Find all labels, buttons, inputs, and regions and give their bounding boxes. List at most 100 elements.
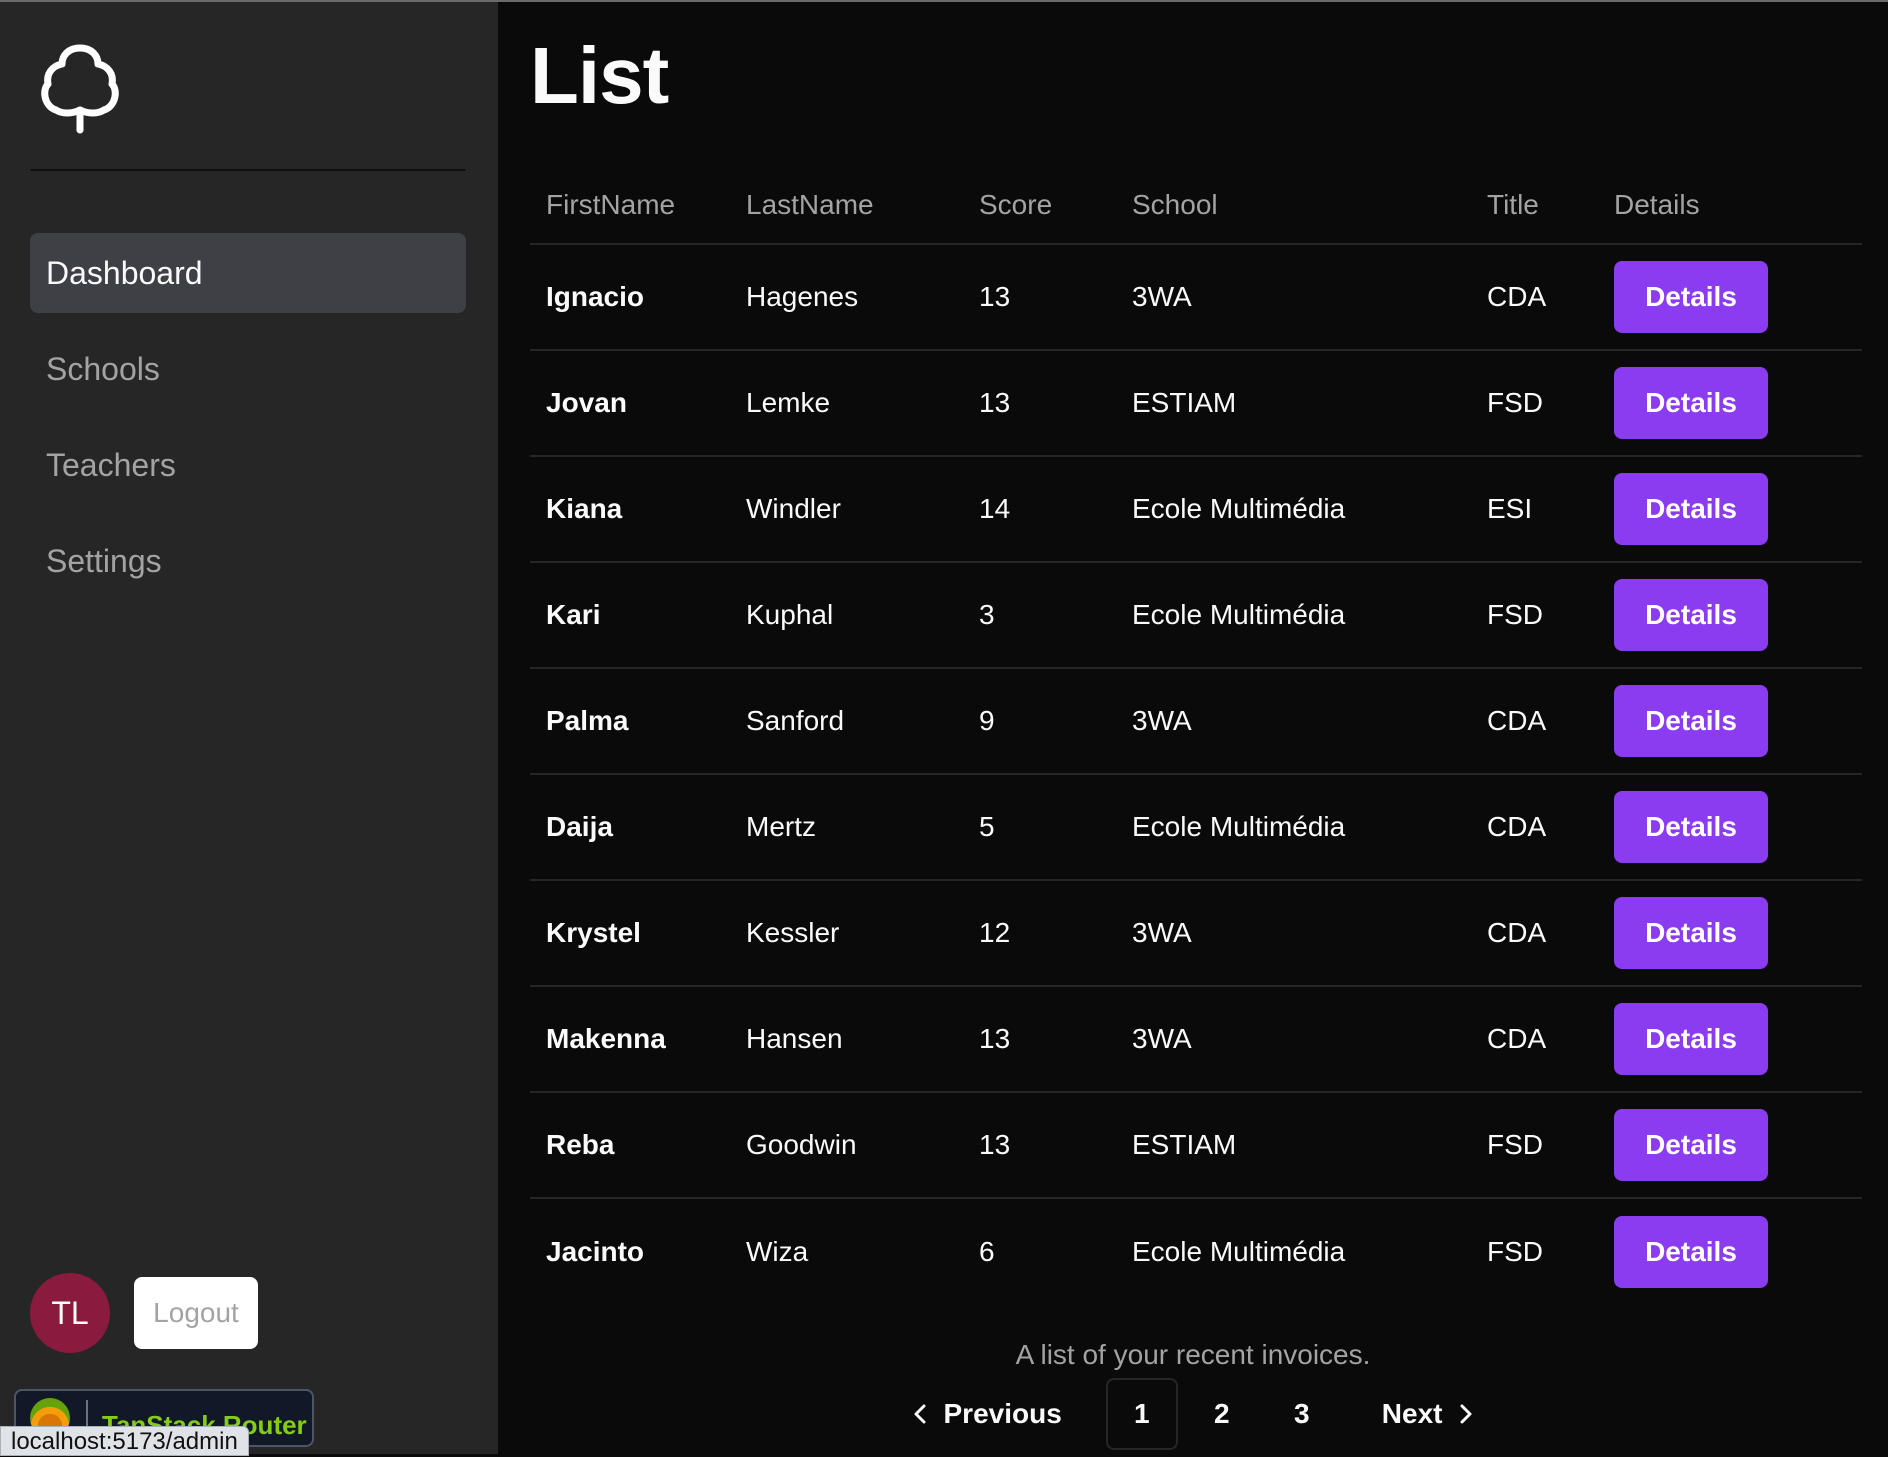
sidebar-divider bbox=[30, 169, 466, 171]
cell-title: FSD bbox=[1471, 1092, 1598, 1199]
cell-firstname: Makenna bbox=[530, 986, 730, 1093]
table-header-row: FirstName LastName Score School Title De… bbox=[530, 166, 1862, 245]
cell-score: 13 bbox=[963, 350, 1116, 457]
details-button[interactable]: Details bbox=[1614, 579, 1768, 651]
cell-score: 12 bbox=[963, 880, 1116, 987]
cell-details: Details bbox=[1598, 1092, 1862, 1199]
cell-lastname: Hansen bbox=[730, 986, 963, 1093]
cell-school: ESTIAM bbox=[1116, 1092, 1471, 1199]
sidebar: Dashboard Schools Teachers Settings TL L… bbox=[0, 2, 498, 1456]
cell-firstname: Palma bbox=[530, 668, 730, 775]
pagination-previous[interactable]: Previous bbox=[892, 1378, 1082, 1450]
details-button[interactable]: Details bbox=[1614, 367, 1768, 439]
cell-lastname: Kessler bbox=[730, 880, 963, 987]
cell-firstname: Ignacio bbox=[530, 244, 730, 351]
cell-school: Ecole Multimédia bbox=[1132, 1235, 1346, 1267]
cell-details: Details bbox=[1598, 880, 1862, 987]
cell-lastname: Wiza bbox=[746, 1235, 809, 1267]
nav-item-dashboard[interactable]: Dashboard bbox=[30, 233, 466, 313]
table-row: Makenna Hansen 13 3WA CDA Details bbox=[530, 986, 1862, 1093]
table-row: Krystel Kessler 12 3WA CDA Details bbox=[530, 880, 1862, 987]
cell-title: CDA bbox=[1471, 668, 1598, 775]
cell-lastname: Hagenes bbox=[730, 244, 963, 351]
cell-score: 3 bbox=[963, 562, 1116, 669]
cell-title: CDA bbox=[1471, 880, 1598, 987]
details-button[interactable]: Details bbox=[1614, 897, 1768, 969]
cell-school: Ecole Multimédia bbox=[1116, 456, 1471, 563]
details-button[interactable]: Details bbox=[1614, 1109, 1768, 1181]
cell-firstname: Jacinto bbox=[546, 1235, 645, 1267]
cell-title: CDA bbox=[1471, 774, 1598, 881]
cell-details: Details bbox=[1598, 774, 1862, 881]
cell-school: 3WA bbox=[1116, 880, 1471, 987]
chevron-left-icon bbox=[914, 1404, 925, 1424]
table-row: Jovan Lemke 13 ESTIAM FSD Details bbox=[530, 350, 1862, 457]
logout-button[interactable]: Logout bbox=[134, 1277, 258, 1349]
pagination-page-2[interactable]: 2 bbox=[1186, 1378, 1258, 1450]
status-bar-url: localhost:5173/admin bbox=[0, 1426, 249, 1456]
cell-lastname: Windler bbox=[730, 456, 963, 563]
details-button[interactable]: Details bbox=[1614, 791, 1768, 863]
cell-lastname: Goodwin bbox=[730, 1092, 963, 1199]
table-body: Ignacio Hagenes 13 3WA CDA Details Jovan Lemke 1… bbox=[530, 244, 1862, 1304]
cell-details: Details bbox=[1598, 244, 1862, 351]
cell-score: 9 bbox=[963, 668, 1116, 775]
cell-firstname: Kiana bbox=[530, 456, 730, 563]
details-button[interactable]: Details bbox=[1614, 261, 1768, 333]
cell-score: 14 bbox=[963, 456, 1116, 563]
cell-details: Details bbox=[1598, 350, 1862, 457]
pagination-previous-label: Previous bbox=[943, 1398, 1062, 1429]
pagination: Previous 1 2 3 Next bbox=[498, 1378, 1888, 1450]
cell-score: 6 bbox=[979, 1235, 995, 1267]
cell-details: Details bbox=[1598, 668, 1862, 775]
students-table: FirstName LastName Score School Title De… bbox=[530, 166, 1862, 1304]
table-caption: A list of your recent invoices. bbox=[1015, 1339, 1371, 1370]
nav-item-settings[interactable]: Settings bbox=[30, 521, 466, 601]
details-button[interactable]: Details bbox=[1614, 473, 1768, 545]
cell-title: FSD bbox=[1471, 350, 1598, 457]
cell-title: CDA bbox=[1471, 244, 1598, 351]
main-content: List FirstName LastName Score School Tit… bbox=[498, 2, 1888, 1454]
cell-score: 13 bbox=[963, 986, 1116, 1093]
cell-lastname: Mertz bbox=[730, 774, 963, 881]
table-row: Ignacio Hagenes 13 3WA CDA Details bbox=[530, 244, 1862, 351]
pagination-next-label: Next bbox=[1381, 1398, 1443, 1429]
cell-lastname: Sanford bbox=[730, 668, 963, 775]
tree-icon[interactable] bbox=[40, 42, 120, 136]
column-header-details: Details bbox=[1598, 166, 1862, 245]
cell-lastname: Kuphal bbox=[730, 562, 963, 669]
cell-details: Details bbox=[1598, 986, 1862, 1093]
avatar[interactable]: TL bbox=[30, 1273, 110, 1353]
table-row: Jacinto Wiza 6 Ecole Multimédia FSD Details bbox=[530, 1198, 1862, 1304]
cell-details: Details bbox=[1598, 1198, 1862, 1304]
nav-item-schools[interactable]: Schools bbox=[30, 329, 466, 409]
cell-school: ESTIAM bbox=[1116, 350, 1471, 457]
pagination-page-1[interactable]: 1 bbox=[1105, 1378, 1178, 1450]
cell-firstname: Kari bbox=[530, 562, 730, 669]
sidebar-nav: Dashboard Schools Teachers Settings bbox=[30, 233, 466, 617]
column-header-lastname: LastName bbox=[730, 166, 963, 245]
cell-firstname: Reba bbox=[530, 1092, 730, 1199]
details-button[interactable]: Details bbox=[1614, 1003, 1768, 1075]
cell-title: FSD bbox=[1471, 562, 1598, 669]
cell-school: 3WA bbox=[1116, 244, 1471, 351]
cell-title: FSD bbox=[1487, 1235, 1543, 1267]
column-header-firstname: FirstName bbox=[530, 166, 730, 245]
table-row: Kiana Windler 14 Ecole Multimédia ESI Details bbox=[530, 456, 1862, 563]
pagination-page-3[interactable]: 3 bbox=[1266, 1378, 1338, 1450]
details-button[interactable]: Details bbox=[1614, 1215, 1768, 1288]
cell-score: 5 bbox=[963, 774, 1116, 881]
cell-details: Details bbox=[1598, 562, 1862, 669]
table-row: Daija Mertz 5 Ecole Multimédia CDA Details bbox=[530, 774, 1862, 881]
cell-school: Ecole Multimédia bbox=[1116, 562, 1471, 669]
details-button[interactable]: Details bbox=[1614, 685, 1768, 757]
chevron-right-icon bbox=[1460, 1404, 1472, 1424]
table-row: Palma Sanford 9 3WA CDA Details bbox=[530, 668, 1862, 775]
cell-title: CDA bbox=[1471, 986, 1598, 1093]
nav-item-teachers[interactable]: Teachers bbox=[30, 425, 466, 505]
pagination-next[interactable]: Next bbox=[1362, 1378, 1495, 1450]
table-row: Kari Kuphal 3 Ecole Multimédia FSD Details bbox=[530, 562, 1862, 669]
user-area: TL Logout bbox=[30, 1273, 258, 1353]
cell-school: 3WA bbox=[1116, 986, 1471, 1093]
cell-school: 3WA bbox=[1116, 668, 1471, 775]
